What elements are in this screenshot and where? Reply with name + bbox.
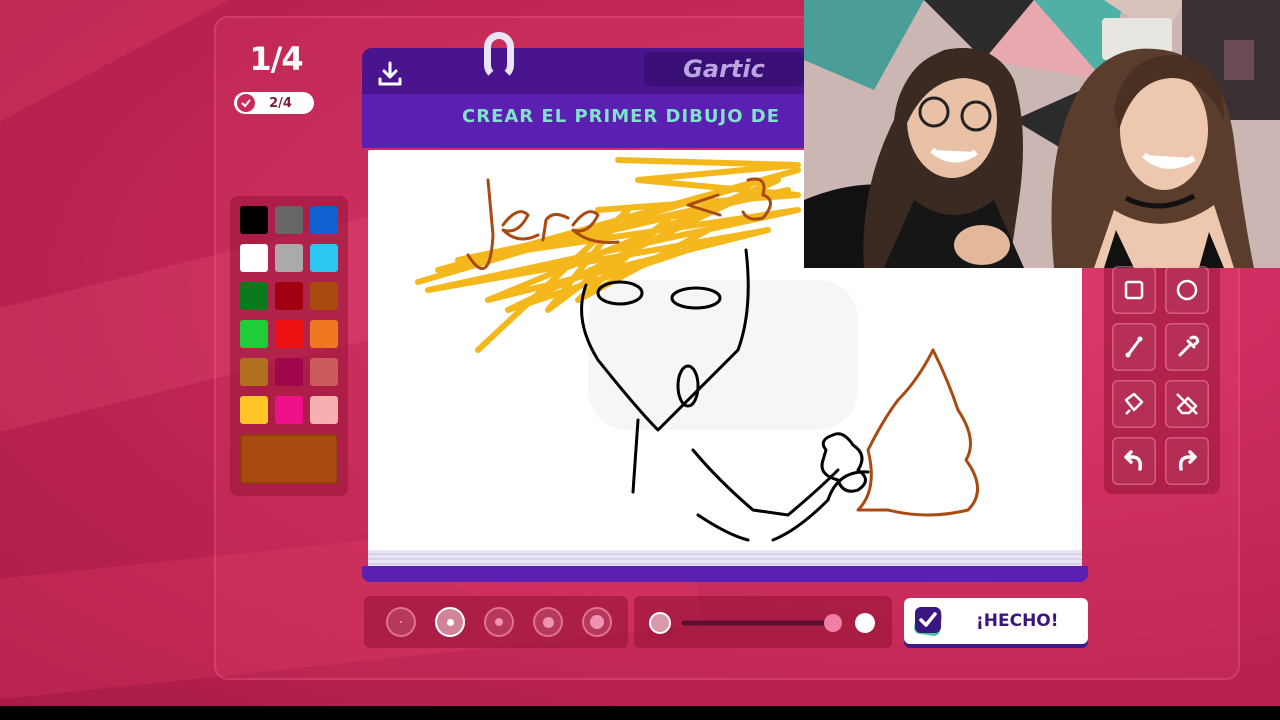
color-swatch[interactable] — [310, 206, 338, 234]
color-swatch[interactable] — [240, 358, 268, 386]
tool-button-square[interactable] — [1112, 266, 1156, 314]
tool-button-undo[interactable] — [1112, 437, 1156, 485]
brush-size-button[interactable] — [386, 607, 416, 637]
color-swatch[interactable] — [240, 244, 268, 272]
undo-icon — [1124, 450, 1143, 471]
check-icon — [237, 94, 255, 112]
download-icon — [378, 61, 402, 86]
color-swatch[interactable] — [310, 282, 338, 310]
round-counter: 1/4 — [249, 40, 303, 78]
done-button-label: ¡HECHO! — [976, 611, 1059, 631]
tool-button-circle[interactable] — [1165, 266, 1209, 314]
circle-icon — [1176, 279, 1198, 301]
brush-size-button[interactable] — [484, 607, 514, 637]
check-badge-icon — [914, 607, 942, 636]
drawing-poop — [856, 348, 979, 517]
color-swatch[interactable] — [310, 244, 338, 272]
color-swatch[interactable] — [275, 320, 303, 348]
done-button[interactable]: ¡HECHO! — [904, 598, 1088, 644]
square-icon — [1124, 280, 1144, 300]
color-swatch[interactable] — [240, 396, 268, 424]
webcam-overlay — [804, 0, 1280, 268]
color-swatch[interactable] — [275, 282, 303, 310]
fill-icon — [1124, 392, 1144, 415]
game-background: 1/4 2/4 Gartic CREAR EL PRIMER DIBUJO DE — [0, 0, 1280, 706]
color-swatch[interactable] — [310, 396, 338, 424]
players-done-count: 2/4 — [269, 95, 292, 111]
tool-button-redo[interactable] — [1165, 437, 1209, 485]
letterbox-bar — [0, 706, 1280, 720]
brush-size-button[interactable] — [582, 607, 612, 637]
color-swatch[interactable] — [240, 206, 268, 234]
brush-size-button[interactable] — [435, 607, 465, 637]
notebook-ring — [484, 32, 514, 80]
gartic-logo: Gartic — [644, 52, 804, 86]
color-swatch[interactable] — [275, 396, 303, 424]
tool-button-eraser[interactable] — [1165, 380, 1209, 428]
color-swatch[interactable] — [310, 358, 338, 386]
color-swatch[interactable] — [240, 282, 268, 310]
color-swatch[interactable] — [240, 320, 268, 348]
eraser-icon — [1176, 393, 1198, 415]
download-button[interactable] — [372, 56, 408, 92]
tool-button-eyedropper[interactable] — [1165, 323, 1209, 371]
line-icon — [1125, 336, 1143, 358]
opacity-slider-handle[interactable] — [824, 614, 842, 632]
eyedropper-icon — [1178, 335, 1200, 357]
tool-button-line[interactable] — [1112, 323, 1156, 371]
color-swatch[interactable] — [275, 358, 303, 386]
brush-size-button[interactable] — [533, 607, 563, 637]
opacity-slider-bar — [634, 596, 892, 648]
players-done-badge: 2/4 — [234, 92, 314, 114]
color-swatch[interactable] — [275, 206, 303, 234]
tool-button-fill[interactable] — [1112, 380, 1156, 428]
current-color-preview — [240, 434, 338, 484]
color-swatch[interactable] — [275, 244, 303, 272]
redo-icon — [1178, 450, 1197, 471]
notebook-footer — [362, 566, 1088, 582]
color-swatch[interactable] — [310, 320, 338, 348]
